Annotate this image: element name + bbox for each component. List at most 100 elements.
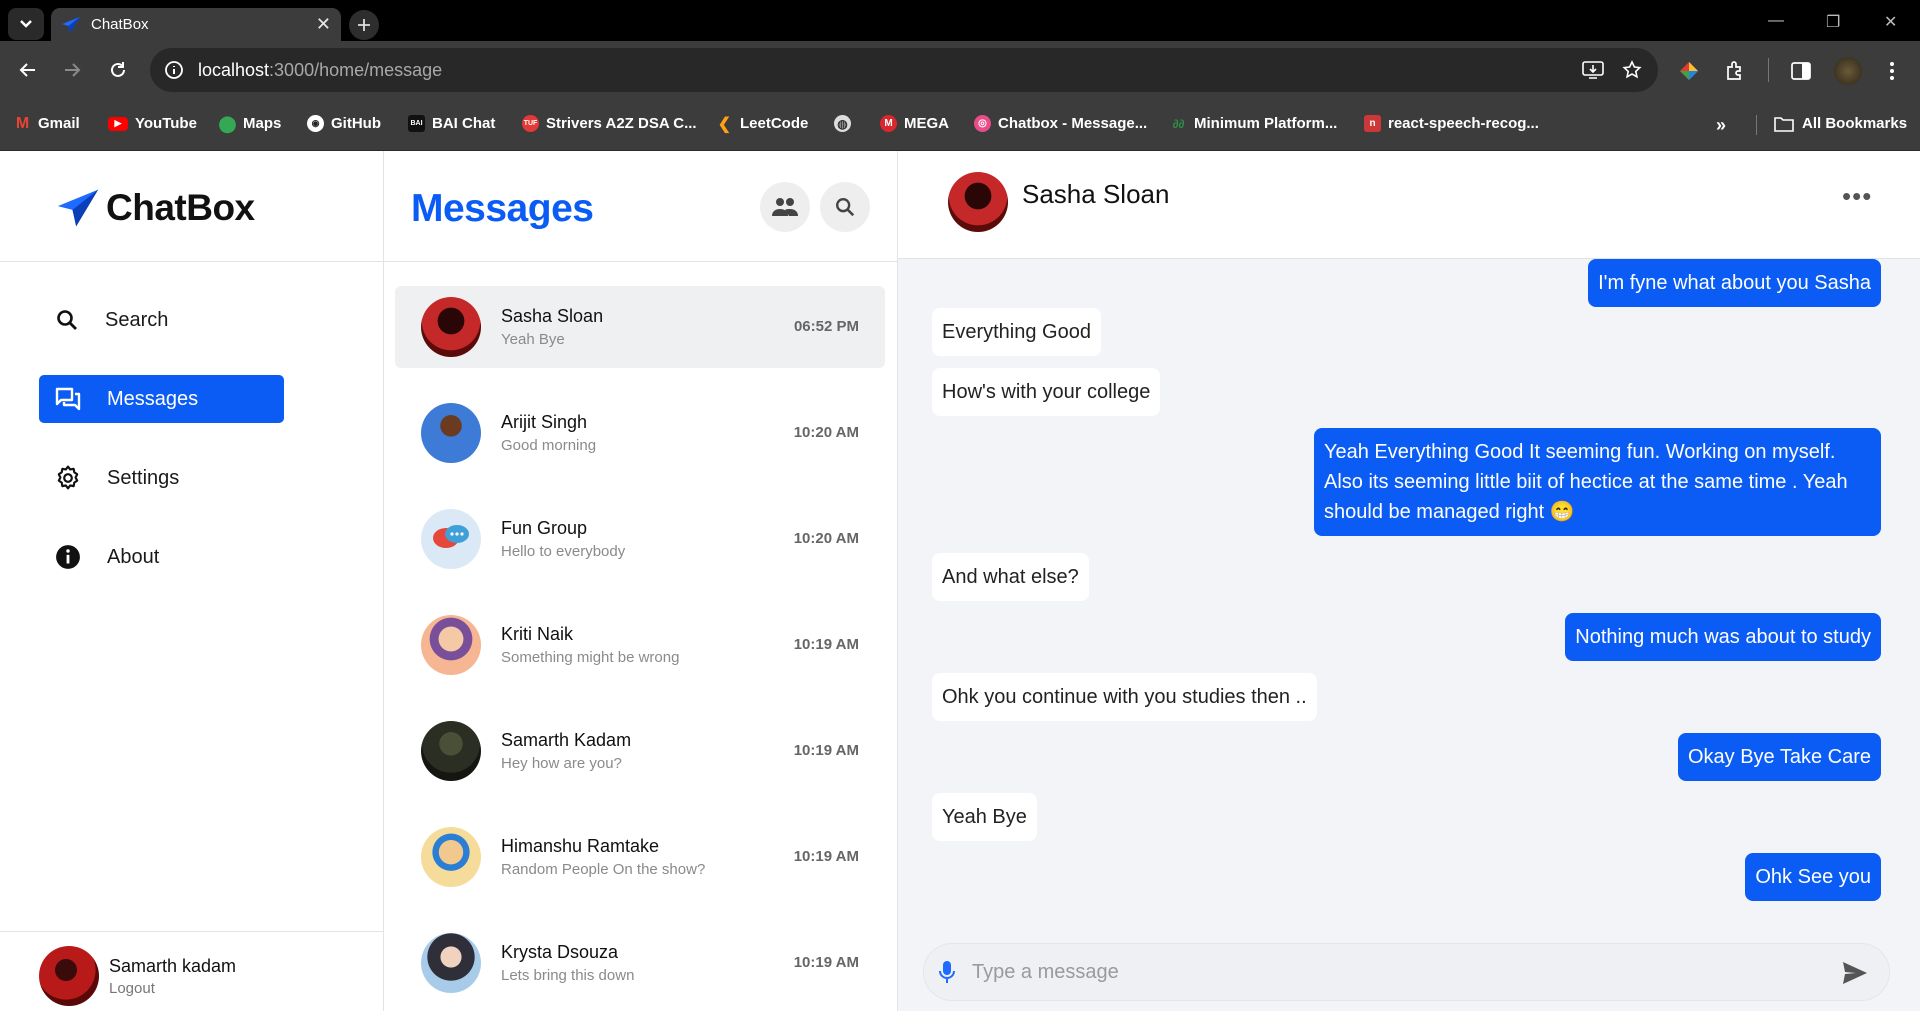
url-host: localhost (198, 59, 270, 80)
contact-name: Samarth Kadam (501, 730, 632, 750)
conversation-item[interactable]: Arijit Singh Good morning 10:20 AM (395, 392, 885, 474)
contact-name: Krysta Dsouza (501, 942, 619, 962)
mega-icon: M (880, 115, 897, 132)
dribbble-icon: ◎ (974, 115, 991, 132)
conversation-item[interactable]: Krysta Dsouza Lets bring this down 10:19… (395, 922, 885, 1004)
conversation-item[interactable]: Himanshu Ramtake Random People On the sh… (395, 816, 885, 898)
back-button[interactable] (14, 56, 42, 84)
sidebar-item-label: About (107, 545, 160, 568)
sidebar: ChatBox Search Messages Settings About S… (0, 151, 384, 1011)
sidebar-item-settings[interactable]: Settings (39, 454, 284, 502)
bookmark-react-speech[interactable]: n react-speech-recog... (1364, 115, 1539, 132)
gfg-icon: ∂∂ (1172, 116, 1185, 131)
address-bar[interactable]: localhost:3000/home/message (150, 48, 1658, 92)
reload-icon (111, 62, 125, 77)
bookmark-star-icon[interactable] (1622, 60, 1642, 80)
sidebar-item-search[interactable]: Search (39, 296, 284, 344)
bookmark-minimum-platforms[interactable]: ∂∂ Minimum Platform... (1170, 115, 1338, 132)
contact-name: Sasha Sloan (501, 306, 604, 326)
bookmark-leetcode[interactable]: ❮ LeetCode (716, 115, 809, 133)
browser-titlebar: ChatBox ✕ — ❐ ✕ (0, 0, 1920, 41)
site-info-icon[interactable] (164, 60, 184, 80)
reload-button[interactable] (104, 56, 132, 84)
arrow-right-icon (65, 63, 81, 77)
npm-icon: n (1364, 115, 1381, 132)
chatbox-app: ChatBox Search Messages Settings About S… (0, 151, 1920, 1011)
contact-name: Fun Group (501, 518, 588, 538)
bookmark-globe[interactable]: ◍ (834, 115, 858, 132)
bookmark-maps[interactable]: ⬤ Maps (218, 115, 282, 133)
groups-button[interactable] (760, 182, 810, 232)
conversation-item[interactable]: Sasha Sloan Yeah Bye 06:52 PM (395, 286, 885, 368)
folder-icon (1774, 116, 1794, 132)
people-icon (772, 198, 798, 216)
bookmark-mega[interactable]: M MEGA (880, 115, 949, 132)
plus-icon (358, 19, 370, 31)
bai-chat-icon: BAI (408, 115, 425, 132)
send-icon[interactable] (1842, 961, 1868, 985)
message-list[interactable]: I'm fyne what about you Sasha Everything… (898, 259, 1920, 931)
bookmarks-bar: M Gmail ▶ YouTube ⬤ Maps ◉ GitHub BAI BAI Cha… (0, 99, 1920, 151)
url-path: :3000/home/message (269, 59, 443, 80)
message-time: 10:19 AM (793, 742, 859, 759)
logout-link[interactable]: Logout (109, 980, 155, 997)
github-icon: ◉ (307, 115, 324, 132)
browser-menu-icon[interactable] (1888, 60, 1896, 82)
side-panel-icon[interactable] (1790, 60, 1812, 82)
app-logo[interactable]: ChatBox (56, 187, 255, 229)
bookmark-youtube[interactable]: ▶ YouTube (108, 115, 197, 132)
bookmark-gmail[interactable]: M Gmail (14, 115, 80, 133)
close-tab-icon[interactable]: ✕ (316, 14, 331, 35)
message-input[interactable] (972, 944, 1812, 1000)
close-window-icon[interactable]: ✕ (1884, 12, 1897, 32)
last-message: Hey how are you? (501, 755, 622, 772)
contact-avatar (421, 721, 481, 781)
conversation-item[interactable]: Samarth Kadam Hey how are you? 10:19 AM (395, 710, 885, 792)
contact-avatar (421, 615, 481, 675)
chat-contact-avatar[interactable] (948, 172, 1008, 232)
sidebar-item-about[interactable]: About (39, 533, 284, 581)
color-extension-icon[interactable] (1678, 60, 1700, 82)
incoming-message: Ohk you continue with you studies then .… (932, 673, 1317, 721)
incoming-message: How's with your college (932, 368, 1161, 416)
current-user-avatar[interactable] (39, 946, 99, 1006)
conversation-item[interactable]: Fun Group Hello to everybody 10:20 AM (395, 498, 885, 580)
paper-plane-icon (57, 189, 99, 227)
current-user-panel: Samarth kadam Logout (0, 931, 384, 1011)
profile-avatar[interactable] (1834, 57, 1862, 85)
chat-panel: Sasha Sloan ••• I'm fyne what about you … (898, 151, 1920, 1011)
tab-search-button[interactable] (8, 8, 44, 40)
chat-bubbles-icon (433, 525, 469, 548)
incoming-message: And what else? (932, 553, 1089, 601)
search-icon (57, 310, 77, 330)
search-conversations-button[interactable] (820, 182, 870, 232)
bookmark-strivers[interactable]: TUF Strivers A2Z DSA C... (522, 115, 697, 132)
message-time: 06:52 PM (793, 318, 859, 335)
all-bookmarks-button[interactable]: All Bookmarks (1774, 115, 1907, 132)
message-time: 10:19 AM (793, 848, 859, 865)
last-message: Random People On the show? (501, 861, 706, 878)
browser-tab[interactable]: ChatBox ✕ (51, 8, 341, 41)
conversation-item[interactable]: Kriti Naik Something might be wrong 10:1… (395, 604, 885, 686)
new-tab-button[interactable] (349, 10, 379, 40)
install-app-icon[interactable] (1582, 60, 1604, 80)
sidebar-item-messages[interactable]: Messages (39, 375, 284, 423)
more-bookmarks-icon[interactable]: » (1716, 115, 1726, 136)
conversations-panel: Messages Sasha Sloan Yeah Bye 06:52 PM A… (384, 151, 898, 1011)
leetcode-icon: ❮ (717, 115, 732, 133)
tuf-icon: TUF (522, 115, 539, 132)
contact-avatar (421, 509, 481, 569)
bookmark-chatbox-messages[interactable]: ◎ Chatbox - Message... (974, 115, 1147, 132)
outgoing-message: Nothing much was about to study (1565, 613, 1881, 661)
restore-window-icon[interactable]: ❐ (1826, 12, 1840, 32)
extensions-puzzle-icon[interactable] (1724, 60, 1746, 82)
maps-pin-icon: ⬤ (218, 115, 237, 133)
chevron-down-icon (20, 20, 32, 28)
bookmark-bai-chat[interactable]: BAI BAI Chat (408, 115, 495, 132)
more-options-icon[interactable]: ••• (1842, 181, 1872, 212)
bookmark-github[interactable]: ◉ GitHub (307, 115, 381, 132)
contact-avatar (421, 827, 481, 887)
minimize-window-icon[interactable]: — (1768, 12, 1784, 30)
forward-button[interactable] (58, 56, 86, 84)
microphone-icon[interactable] (938, 960, 956, 986)
